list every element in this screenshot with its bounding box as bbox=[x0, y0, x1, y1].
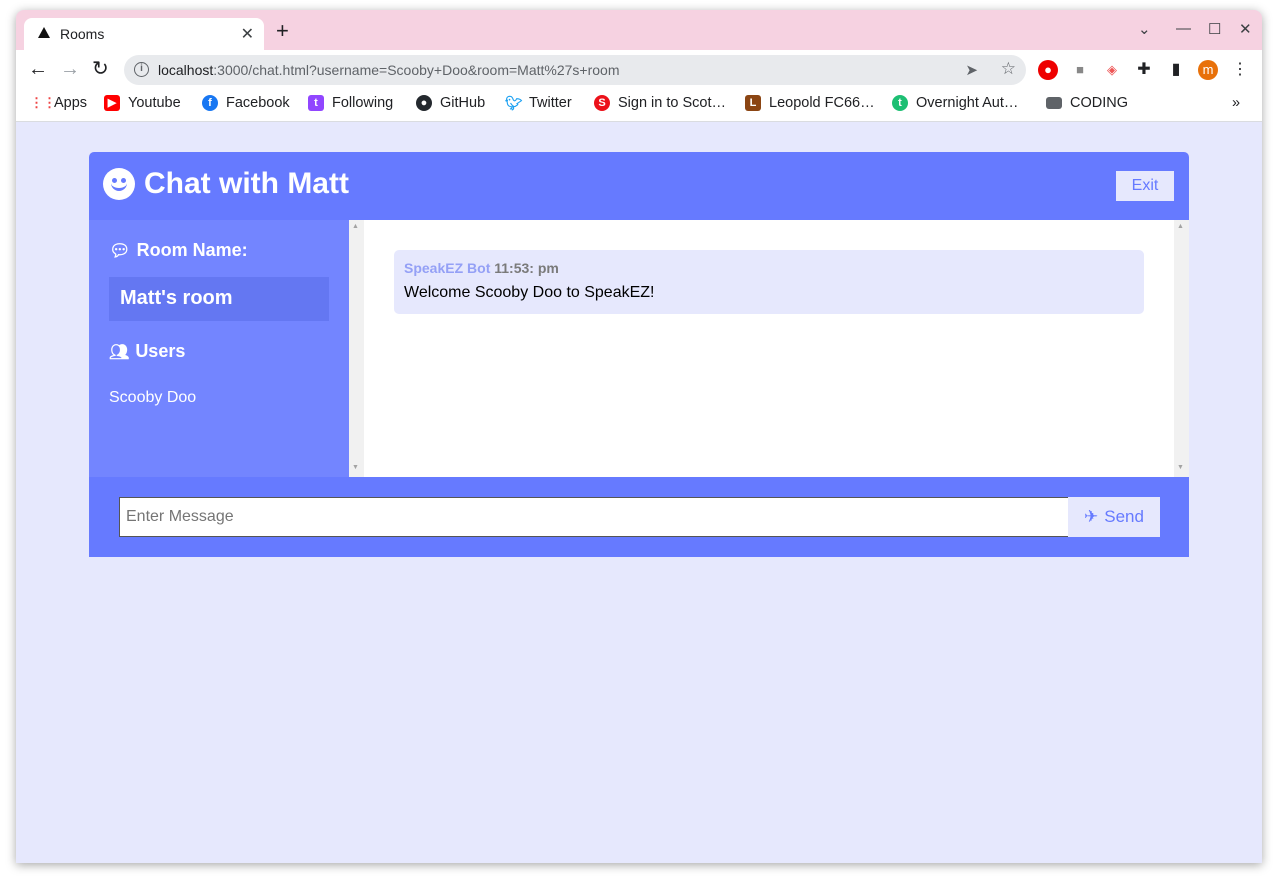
twitter-icon: 🐦︎ bbox=[505, 95, 523, 111]
users-icon: 👥︎ bbox=[109, 343, 130, 361]
scroll-down-icon[interactable]: ▼ bbox=[352, 464, 359, 471]
tab-title: Rooms bbox=[60, 26, 105, 42]
folder-icon bbox=[1046, 97, 1062, 109]
users-heading: 👥︎ Users bbox=[109, 341, 186, 361]
chat-header: Chat with Matt Exit bbox=[89, 152, 1189, 220]
url-text: localhost:3000/chat.html?username=Scooby… bbox=[158, 62, 620, 78]
tab-search-chevron-icon[interactable]: ⌄ bbox=[1138, 20, 1151, 38]
bookmarks-overflow-button[interactable]: » bbox=[1232, 95, 1240, 111]
message-time: 11:53: pm bbox=[494, 260, 559, 276]
send-label: Send bbox=[1104, 507, 1144, 526]
new-tab-button[interactable]: + bbox=[276, 20, 289, 42]
youtube-icon: ▶ bbox=[104, 95, 120, 111]
extension-icon[interactable]: ■ bbox=[1070, 60, 1090, 80]
tab-rooms[interactable]: Rooms ✕ bbox=[24, 18, 264, 50]
room-heading: 💬︎ Room Name: bbox=[109, 240, 248, 260]
smile-icon bbox=[103, 168, 135, 200]
bookmarks-bar: ⋮⋮ Apps ▶ Youtube f Facebook t Following ● Gi… bbox=[16, 90, 1262, 122]
message-text: Welcome Scooby Doo to SpeakEZ! bbox=[404, 284, 655, 301]
bookmark-scotiabank[interactable]: S Sign in to Scot… bbox=[594, 95, 726, 111]
puzzle-extensions-icon[interactable]: ✚ bbox=[1134, 60, 1154, 80]
overnight-icon: t bbox=[892, 95, 908, 111]
bookmark-coding-folder[interactable]: CODING bbox=[1046, 95, 1128, 111]
extension-icon[interactable]: ◈ bbox=[1102, 60, 1122, 80]
facebook-icon: f bbox=[202, 95, 218, 111]
message-input[interactable] bbox=[119, 497, 1069, 537]
tab-strip: Rooms ✕ + ⌄ — ☐ ✕ bbox=[16, 10, 1262, 50]
room-name: Matt's room bbox=[109, 277, 329, 321]
bookmark-following[interactable]: t Following bbox=[308, 95, 393, 111]
send-button[interactable]: ✈︎ Send bbox=[1068, 497, 1160, 537]
bookmark-leopold[interactable]: L Leopold FC66… bbox=[745, 95, 875, 111]
page-content: Chat with Matt Exit 💬︎ Room Name: Matt's… bbox=[16, 122, 1262, 863]
exit-button[interactable]: Exit bbox=[1116, 171, 1174, 201]
paper-plane-icon: ✈︎ bbox=[1084, 507, 1099, 526]
close-window-icon[interactable]: ✕ bbox=[1239, 20, 1252, 38]
reload-icon[interactable]: ↻ bbox=[92, 59, 109, 79]
comments-icon: 💬︎ bbox=[109, 240, 131, 260]
maximize-icon[interactable]: ☐ bbox=[1208, 20, 1221, 38]
bookmark-youtube[interactable]: ▶ Youtube bbox=[104, 95, 181, 111]
bookmark-overnight[interactable]: t Overnight Aut… bbox=[892, 95, 1018, 111]
leopold-icon: L bbox=[745, 95, 761, 111]
chat-sidebar: 💬︎ Room Name: Matt's room 👥︎ Users Scoob… bbox=[89, 220, 349, 477]
user-list-item: Scooby Doo bbox=[109, 389, 197, 406]
bookmark-facebook[interactable]: f Facebook bbox=[202, 95, 290, 111]
bookmark-star-icon[interactable]: ☆ bbox=[1001, 59, 1016, 79]
message-form: ✈︎ Send bbox=[89, 477, 1189, 557]
send-tab-icon[interactable]: ➤ bbox=[965, 61, 978, 79]
bookmark-github[interactable]: ● GitHub bbox=[416, 95, 485, 111]
github-icon: ● bbox=[416, 95, 432, 111]
browser-window: Rooms ✕ + ⌄ — ☐ ✕ ← → ↻ i localhost:3000… bbox=[16, 10, 1262, 863]
messages-panel[interactable]: ▲ ▼ ▲ ▼ SpeakEZ Bot 11:53: pm Welcome Sc… bbox=[349, 220, 1189, 477]
back-icon[interactable]: ← bbox=[28, 59, 48, 79]
message-meta: SpeakEZ Bot 11:53: pm bbox=[404, 260, 1134, 276]
menu-kebab-icon[interactable]: ⋮ bbox=[1230, 60, 1250, 80]
chat-container: Chat with Matt Exit 💬︎ Room Name: Matt's… bbox=[89, 152, 1189, 557]
bookmark-apps[interactable]: ⋮⋮ Apps bbox=[30, 95, 87, 111]
triangle-favicon-icon bbox=[38, 27, 50, 38]
message-author: SpeakEZ Bot bbox=[404, 260, 491, 276]
twitch-icon: t bbox=[308, 95, 324, 111]
forward-icon[interactable]: → bbox=[60, 59, 80, 79]
scroll-down-icon[interactable]: ▼ bbox=[1177, 464, 1184, 471]
browser-toolbar: ← → ↻ i localhost:3000/chat.html?usernam… bbox=[16, 50, 1262, 90]
scotiabank-icon: S bbox=[594, 95, 610, 111]
adblock-extension-icon[interactable]: ● bbox=[1038, 60, 1058, 80]
apps-grid-icon: ⋮⋮ bbox=[30, 95, 56, 110]
side-panel-icon[interactable]: ▮ bbox=[1166, 60, 1186, 80]
profile-avatar[interactable]: m bbox=[1198, 60, 1218, 80]
scroll-up-icon[interactable]: ▲ bbox=[1177, 223, 1184, 230]
scroll-up-icon[interactable]: ▲ bbox=[352, 223, 359, 230]
address-bar[interactable]: i localhost:3000/chat.html?username=Scoo… bbox=[124, 55, 1026, 85]
chat-title: Chat with Matt bbox=[144, 167, 349, 200]
bookmark-twitter[interactable]: 🐦︎ Twitter bbox=[505, 95, 572, 111]
site-info-icon[interactable]: i bbox=[134, 62, 149, 77]
minimize-icon[interactable]: — bbox=[1176, 20, 1191, 37]
message: SpeakEZ Bot 11:53: pm Welcome Scooby Doo… bbox=[394, 250, 1144, 314]
tab-close-icon[interactable]: ✕ bbox=[241, 24, 254, 44]
